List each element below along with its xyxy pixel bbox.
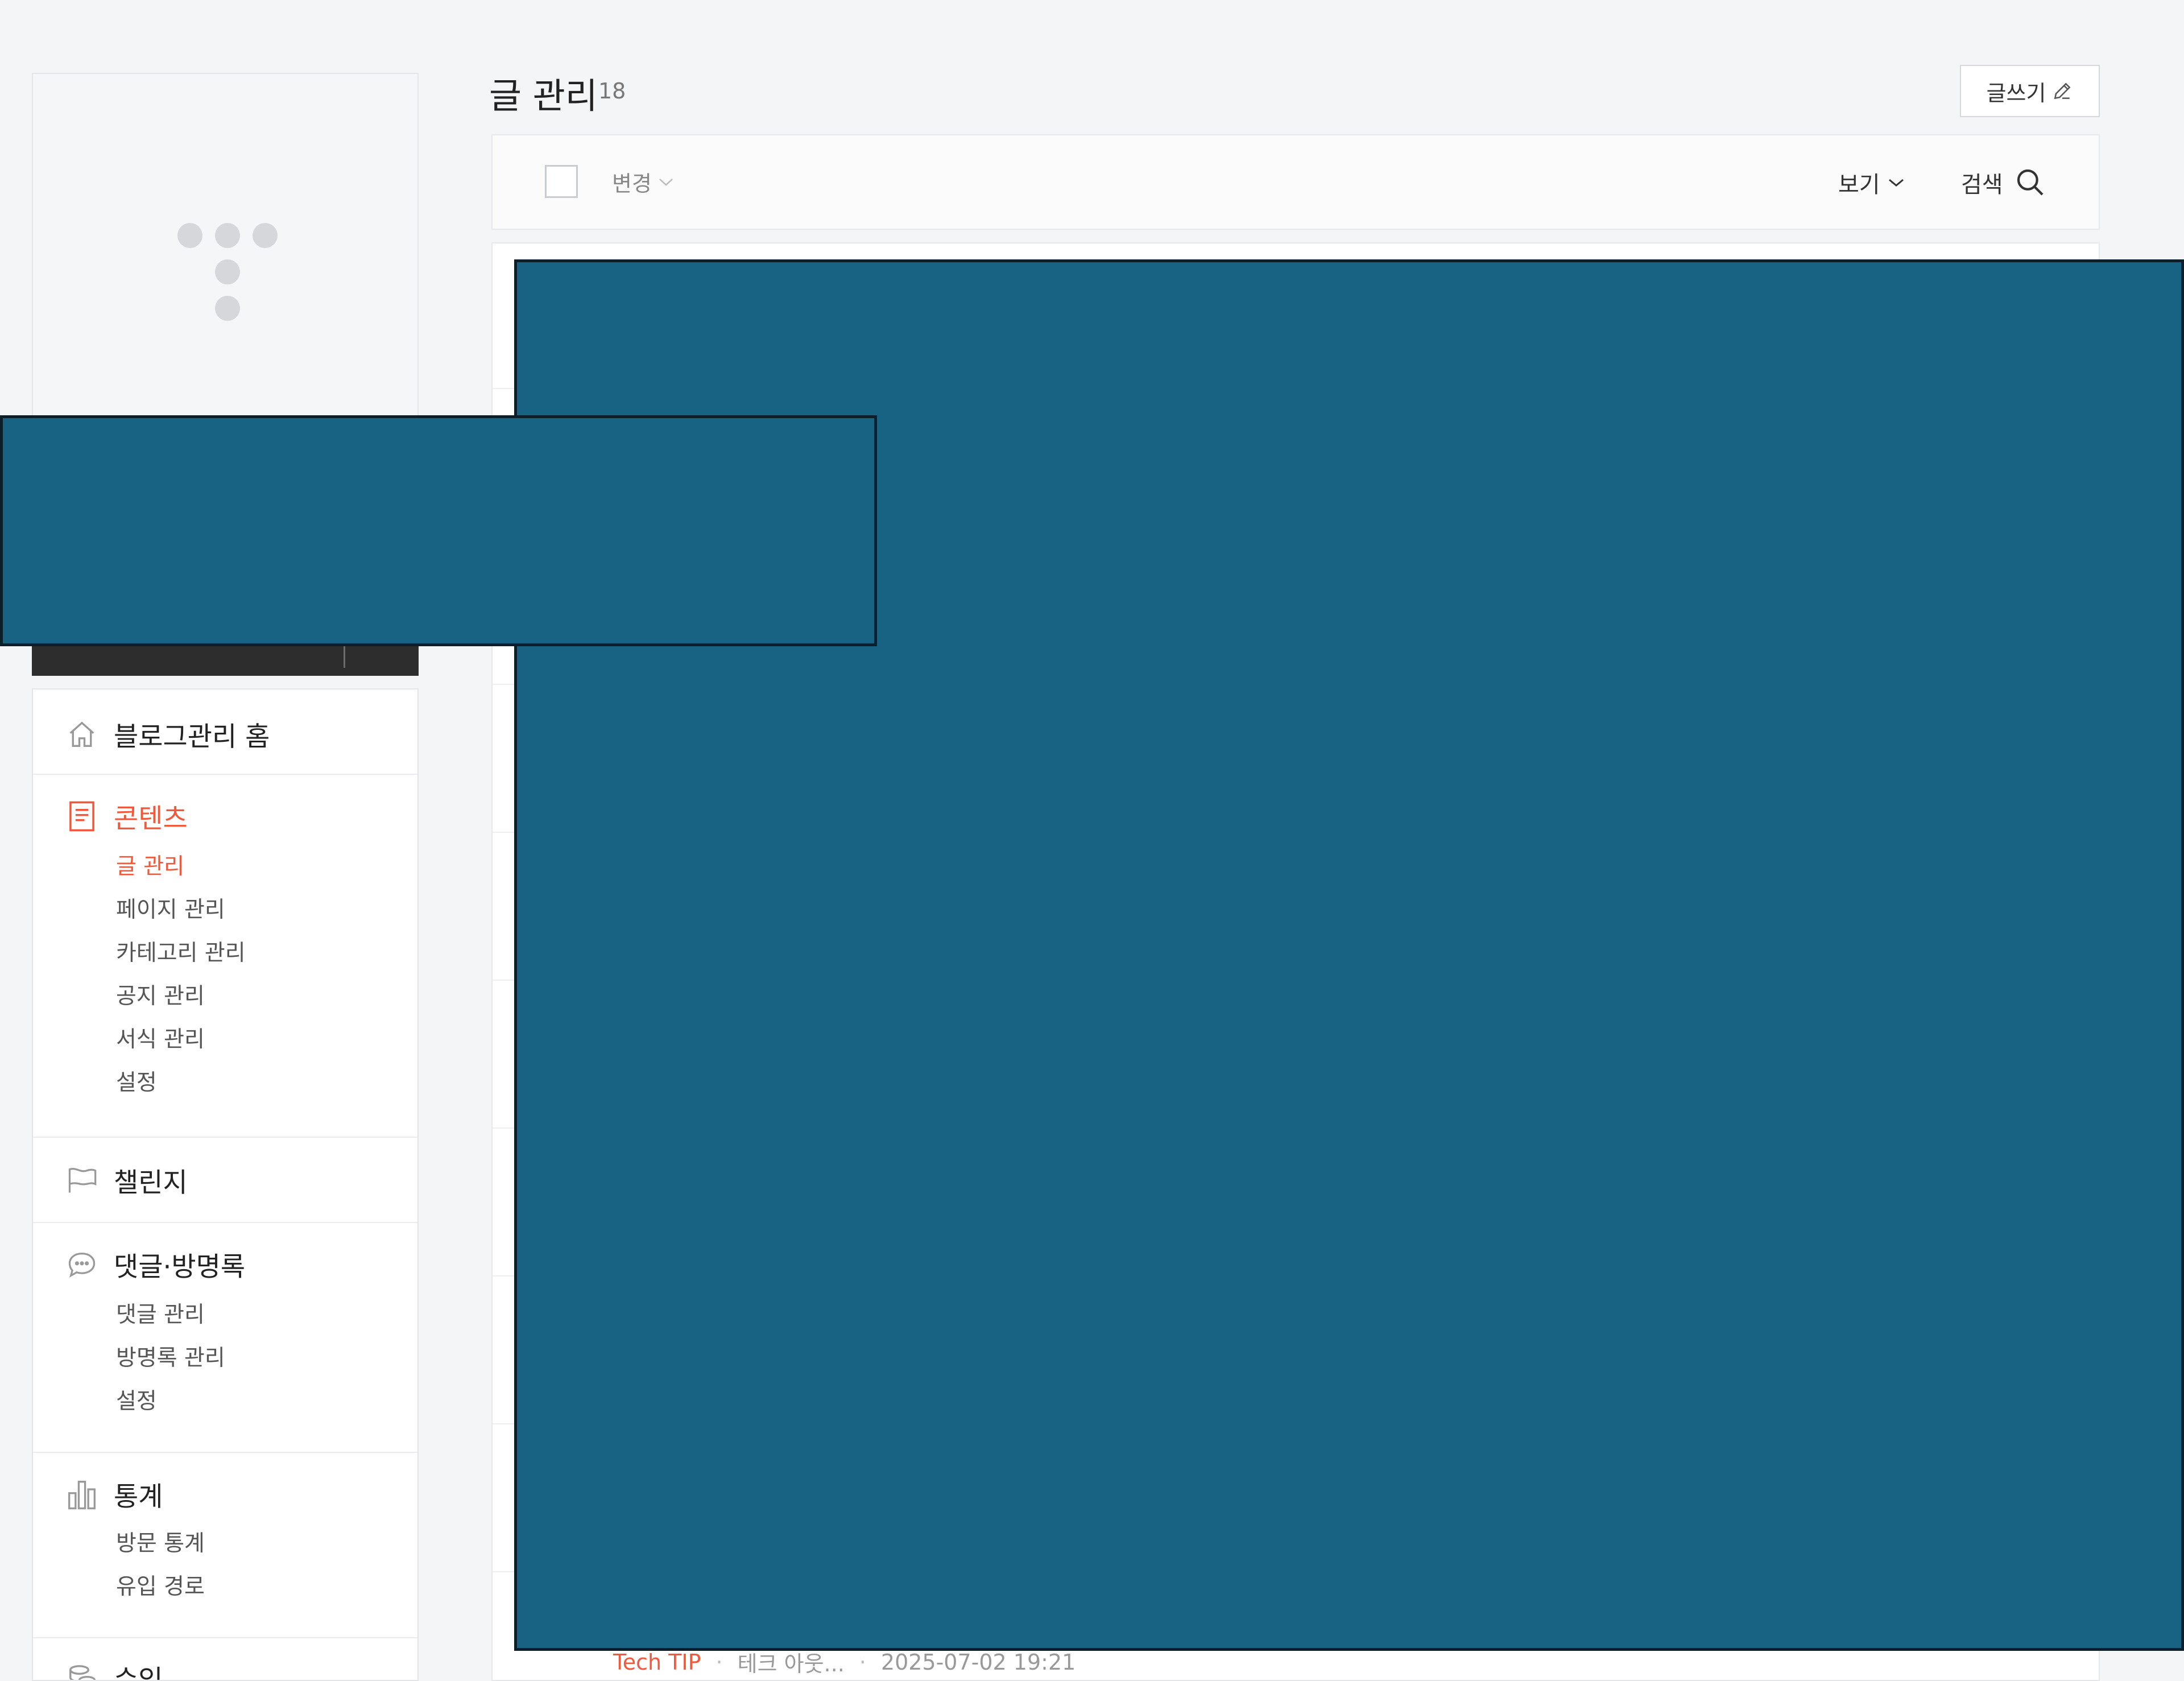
sidebar-subitem-contents-settings[interactable]: 설정 (116, 1065, 157, 1097)
post-list-toolbar: 변경 보기 검색 (491, 134, 2100, 230)
sidebar-subitem-category-manage[interactable]: 카테고리 관리 (116, 935, 246, 967)
sidebar-item-contents[interactable]: 콘텐츠 (65, 796, 188, 836)
sidebar-item-label: 통계 (114, 1481, 163, 1513)
row-divider (493, 832, 515, 833)
sidebar-item-stats[interactable]: 통계 (65, 1475, 163, 1514)
sidebar-section-contents: 콘텐츠 글 관리 페이지 관리 카테고리 관리 공지 관리 서식 관리 설정 (33, 774, 417, 1138)
sidebar-item-challenge[interactable]: 챌린지 (65, 1160, 188, 1200)
tistory-logo-icon (171, 216, 284, 330)
sidebar-subitem-template-manage[interactable]: 서식 관리 (116, 1022, 205, 1054)
sidebar-subitem-comment-manage[interactable]: 댓글 관리 (116, 1297, 205, 1329)
sidebar-item-revenue[interactable]: 수익 (65, 1658, 163, 1681)
sidebar-item-label: 수익 (114, 1665, 163, 1681)
sidebar-subitem-comments-settings[interactable]: 설정 (116, 1383, 157, 1415)
sidebar-item-label: 블로그관리 홈 (114, 721, 270, 753)
row-divider (493, 1275, 515, 1277)
change-dropdown-label: 변경 (612, 171, 652, 196)
speech-bubble-icon (65, 1248, 99, 1282)
flag-icon (65, 1163, 99, 1197)
sidebar-section-stats: 통계 방문 통계 유입 경로 (33, 1452, 417, 1638)
search-button[interactable]: 검색 (1961, 166, 2046, 199)
sidebar-section-home: 블로그관리 홈 (33, 689, 417, 775)
row-divider (493, 1127, 515, 1129)
pencil-icon (2054, 82, 2071, 100)
sidebar-subitem-page-manage[interactable]: 페이지 관리 (116, 892, 225, 924)
bar-chart-icon (65, 1477, 99, 1511)
sidebar-item-label: 콘텐츠 (114, 803, 188, 835)
search-icon (2017, 169, 2044, 196)
row-divider (493, 980, 515, 981)
select-all-checkbox[interactable] (545, 165, 578, 198)
post-row-meta: Tech TIP · 테크 아웃... · 2025-07-02 19:21 (613, 1646, 1076, 1678)
coins-icon (65, 1661, 99, 1680)
meta-separator: · (859, 1649, 866, 1675)
post-count-badge: 18 (598, 79, 626, 104)
home-icon (65, 717, 99, 751)
view-dropdown-label: 보기 (1838, 172, 1880, 198)
post-category-link[interactable]: Tech TIP (613, 1650, 701, 1675)
chevron-down-icon (659, 178, 673, 186)
sidebar-item-label: 댓글·방명록 (114, 1252, 246, 1283)
chevron-down-icon (1888, 179, 1904, 187)
sidebar-item-label: 챌린지 (114, 1167, 188, 1199)
redaction-block-profile (0, 415, 877, 646)
sidebar-subitem-notice-manage[interactable]: 공지 관리 (116, 978, 205, 1010)
row-divider (493, 1423, 515, 1424)
sidebar-section-challenge: 챌린지 (33, 1137, 417, 1223)
sidebar-item-comments[interactable]: 댓글·방명록 (65, 1245, 245, 1284)
sidebar-section-comments: 댓글·방명록 댓글 관리 방명록 관리 설정 (33, 1222, 417, 1453)
sidebar-subitem-guestbook-manage[interactable]: 방명록 관리 (116, 1340, 225, 1372)
change-dropdown[interactable]: 변경 (612, 166, 675, 197)
sidebar-menu: 블로그관리 홈 콘텐츠 글 관리 페이지 관리 카테고리 관리 공지 관리 서식… (32, 688, 419, 1681)
search-label: 검색 (1961, 172, 2003, 198)
write-post-button[interactable]: 글쓰기 (1960, 65, 2100, 117)
row-divider (493, 1571, 515, 1572)
sidebar-subitem-visit-stats[interactable]: 방문 통계 (116, 1526, 205, 1558)
write-button-label: 글쓰기 (1986, 80, 2046, 106)
row-divider (493, 388, 515, 389)
meta-separator: · (715, 1649, 723, 1675)
post-date: 2025-07-02 19:21 (880, 1649, 1076, 1675)
view-dropdown[interactable]: 보기 (1838, 166, 1905, 199)
page-title: 글 관리 (489, 75, 598, 117)
post-author: 테크 아웃... (737, 1651, 845, 1676)
sidebar-subitem-post-manage[interactable]: 글 관리 (116, 849, 184, 881)
sidebar-item-home[interactable]: 블로그관리 홈 (65, 714, 270, 754)
sidebar-section-revenue: 수익 (33, 1637, 417, 1681)
document-icon (65, 799, 99, 833)
row-divider (493, 684, 515, 685)
sidebar-subitem-referrer[interactable]: 유입 경로 (116, 1569, 205, 1601)
